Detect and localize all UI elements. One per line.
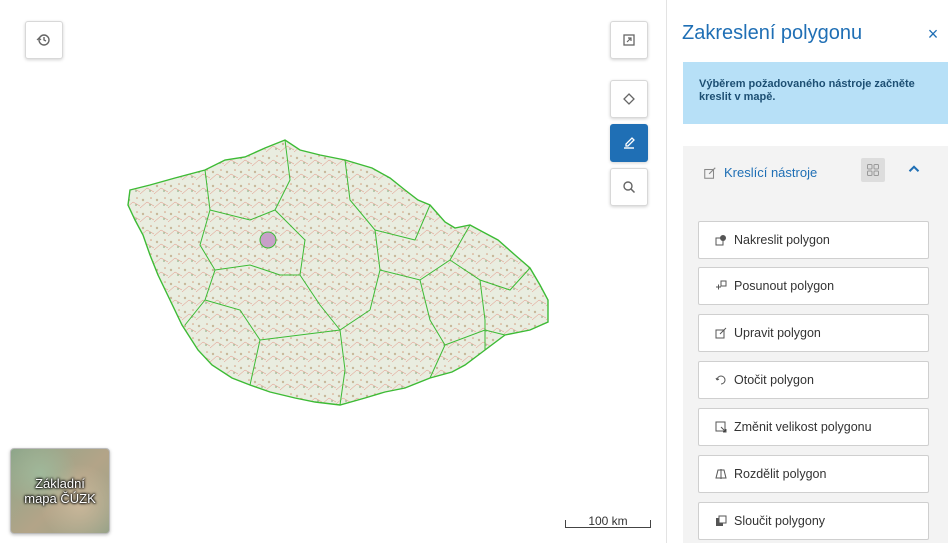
draw-polygon-icon <box>715 235 726 246</box>
search-button[interactable] <box>610 168 648 206</box>
layers-icon <box>623 93 635 105</box>
basemap-label: Základní mapa ČÚZK <box>24 476 96 506</box>
tools-list: Nakreslit polygon Posunout polygon Uprav… <box>683 202 948 543</box>
merge-polygons-button[interactable]: Sloučit polygony <box>698 502 929 540</box>
search-icon <box>623 181 636 194</box>
edit-polygon-button[interactable]: Upravit polygon <box>698 314 929 352</box>
split-polygon-button[interactable]: Rozdělit polygon <box>698 455 929 493</box>
scale-label: 100 km <box>588 514 628 528</box>
tool-label: Posunout polygon <box>734 279 835 293</box>
fullscreen-icon <box>623 34 635 46</box>
resize-icon <box>715 421 727 433</box>
tool-label: Rozdělit polygon <box>734 467 827 481</box>
chevron-up-icon[interactable] <box>905 160 923 178</box>
rotate-icon <box>715 375 726 385</box>
move-icon <box>716 280 727 290</box>
move-polygon-button[interactable]: Posunout polygon <box>698 267 929 305</box>
tool-label: Upravit polygon <box>734 326 821 340</box>
draw-panel: Zakreslení polygonu × Výběrem požadované… <box>666 0 948 543</box>
edit-icon <box>715 327 727 339</box>
panel-title: Zakreslení polygonu <box>682 22 863 44</box>
draw-icon <box>624 137 635 149</box>
pencil-icon <box>704 167 716 179</box>
layers-button[interactable] <box>610 80 648 118</box>
history-button[interactable] <box>25 21 63 59</box>
basemap-switcher[interactable]: Základní mapa ČÚZK <box>10 448 110 534</box>
tool-label: Otočit polygon <box>734 373 814 387</box>
resize-polygon-button[interactable]: Změnit velikost polygonu <box>698 408 929 446</box>
tool-label: Sloučit polygony <box>734 514 826 528</box>
scale-bar: 100 km <box>565 514 651 528</box>
tool-label: Změnit velikost polygonu <box>734 420 872 434</box>
tools-header[interactable]: Kreslící nástroje <box>683 146 948 202</box>
close-icon[interactable]: × <box>924 24 942 45</box>
info-message: Výběrem požadovaného nástroje začněte kr… <box>683 62 948 124</box>
map-area[interactable]: Základní mapa ČÚZK 100 km <box>0 0 665 543</box>
draw-polygon-button[interactable]: Nakreslit polygon <box>698 221 929 259</box>
split-icon <box>715 469 727 479</box>
rotate-polygon-button[interactable]: Otočit polygon <box>698 361 929 399</box>
history-icon <box>36 34 50 46</box>
merge-icon <box>716 515 727 526</box>
tool-label: Nakreslit polygon <box>734 233 830 247</box>
fullscreen-button[interactable] <box>610 21 648 59</box>
grid-icon[interactable] <box>861 158 885 182</box>
draw-button[interactable] <box>610 124 648 162</box>
tools-header-label: Kreslící nástroje <box>724 165 818 180</box>
